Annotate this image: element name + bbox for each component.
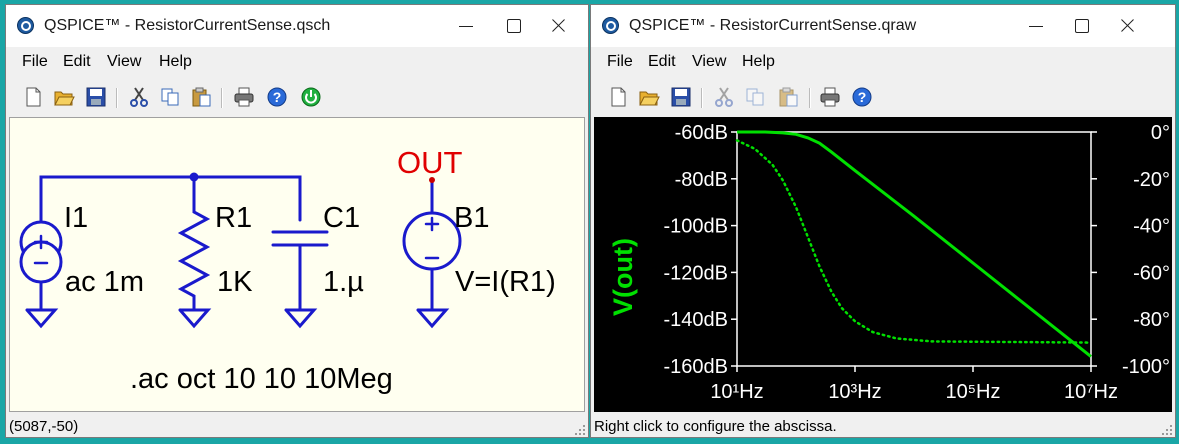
- plot-frame: [736, 131, 1092, 367]
- help-icon[interactable]: ?: [266, 86, 288, 108]
- x-tick-label: 10³Hz: [828, 381, 881, 403]
- title-bar[interactable]: QSPICE™ - ResistorCurrentSense.qsch: [6, 5, 588, 47]
- menu-bar: File Edit View Help: [591, 48, 1175, 74]
- status-bar: (5087,-50): [6, 414, 588, 437]
- svg-text:?: ?: [273, 89, 282, 105]
- resize-grip-icon[interactable]: [1162, 425, 1172, 435]
- menu-file[interactable]: File: [22, 53, 48, 71]
- y2-tick-label: -20°: [1133, 169, 1170, 191]
- c1-value: 1.µ: [323, 266, 364, 298]
- ground-symbol: [25, 308, 450, 329]
- b1-value: V=I(R1): [455, 266, 556, 298]
- qspice-app-icon: [602, 17, 619, 34]
- svg-text:?: ?: [858, 89, 867, 105]
- b1-name: B1: [454, 202, 489, 234]
- new-icon[interactable]: [22, 86, 44, 108]
- maximize-button[interactable]: [498, 13, 530, 39]
- resize-grip-icon[interactable]: [575, 425, 585, 435]
- menu-view[interactable]: View: [692, 53, 726, 71]
- menu-edit[interactable]: Edit: [63, 53, 91, 71]
- print-icon[interactable]: [233, 86, 255, 108]
- y-tick-label: -140dB: [664, 309, 729, 331]
- x-tick-label: 10⁷Hz: [1064, 381, 1118, 403]
- close-button[interactable]: [542, 13, 574, 39]
- status-message: Right click to configure the abscissa.: [594, 418, 837, 435]
- behavioral-source-symbol: [402, 178, 462, 312]
- open-icon[interactable]: [638, 86, 660, 108]
- maximize-button[interactable]: [1066, 13, 1098, 39]
- menu-help[interactable]: Help: [159, 53, 192, 71]
- y-tick-label: -60dB: [675, 122, 728, 144]
- save-icon[interactable]: [670, 86, 692, 108]
- r1-value: 1K: [217, 266, 253, 298]
- menu-bar: File Edit View Help: [6, 48, 588, 74]
- run-icon[interactable]: [300, 86, 322, 108]
- new-icon[interactable]: [607, 86, 629, 108]
- y-axis-label[interactable]: V(out): [608, 238, 638, 316]
- capacitor-symbol: [271, 230, 329, 312]
- title-bar[interactable]: QSPICE™ - ResistorCurrentSense.qraw: [591, 5, 1175, 47]
- paste-icon[interactable]: [190, 86, 212, 108]
- i1-value: ac 1m: [65, 266, 144, 298]
- copy-icon[interactable]: [159, 86, 181, 108]
- menu-edit[interactable]: Edit: [648, 53, 676, 71]
- y2-tick-label: 0°: [1151, 122, 1170, 144]
- y2-tick-label: -60°: [1133, 262, 1170, 284]
- i1-name: I1: [64, 202, 88, 234]
- schematic-window: QSPICE™ - ResistorCurrentSense.qsch File…: [5, 4, 589, 438]
- status-bar: Right click to configure the abscissa.: [591, 414, 1175, 437]
- bode-chart[interactable]: -60dB -80dB -100dB -120dB -140dB -160dB 0° -20°…: [594, 117, 1174, 412]
- y-tick-label: -100dB: [664, 216, 729, 238]
- window-title: QSPICE™ - ResistorCurrentSense.qraw: [629, 17, 917, 34]
- minimize-button[interactable]: [1021, 13, 1053, 39]
- paste-icon[interactable]: [777, 86, 799, 108]
- y-tick-label: -160dB: [664, 356, 729, 378]
- menu-help[interactable]: Help: [742, 53, 775, 71]
- resistor-symbol: [177, 200, 211, 312]
- ac-directive[interactable]: .ac oct 10 10 10Meg: [130, 363, 393, 395]
- menu-file[interactable]: File: [607, 53, 633, 71]
- y-tick-label: -120dB: [664, 262, 729, 284]
- close-button[interactable]: [1111, 13, 1143, 39]
- minimize-button[interactable]: [451, 13, 483, 39]
- copy-icon[interactable]: [744, 86, 766, 108]
- schematic-canvas[interactable]: OUT I1 ac 1m R1 1K C1 1.µ B1 V=I(R1) .ac…: [9, 117, 585, 412]
- current-source-symbol: [19, 220, 63, 312]
- cut-icon[interactable]: [713, 86, 735, 108]
- toolbar: ?: [591, 83, 1175, 113]
- net-label-out: OUT: [397, 145, 463, 180]
- toolbar: ?: [6, 83, 588, 113]
- y2-tick-label: -100°: [1122, 356, 1170, 378]
- y2-tick-label: -40°: [1133, 216, 1170, 238]
- print-icon[interactable]: [819, 86, 841, 108]
- cursor-coordinates: (5087,-50): [9, 418, 79, 435]
- x-tick-label: 10⁵Hz: [946, 381, 1001, 403]
- help-icon[interactable]: ?: [851, 86, 873, 108]
- qspice-app-icon: [17, 17, 34, 34]
- magnitude-trace: [737, 130, 1092, 358]
- r1-name: R1: [215, 202, 252, 234]
- waveform-window: QSPICE™ - ResistorCurrentSense.qraw File…: [590, 4, 1176, 438]
- phase-trace: [735, 139, 1093, 344]
- y2-tick-label: -80°: [1133, 309, 1170, 331]
- y-tick-label: -80dB: [675, 169, 728, 191]
- c1-name: C1: [323, 202, 360, 234]
- x-tick-label: 10¹Hz: [710, 381, 763, 403]
- menu-view[interactable]: View: [107, 53, 141, 71]
- open-icon[interactable]: [53, 86, 75, 108]
- window-title: QSPICE™ - ResistorCurrentSense.qsch: [44, 17, 331, 34]
- cut-icon[interactable]: [128, 86, 150, 108]
- junction-dot: [189, 172, 199, 182]
- waveform-plot[interactable]: -60dB -80dB -100dB -120dB -140dB -160dB 0° -20°…: [594, 117, 1172, 412]
- save-icon[interactable]: [85, 86, 107, 108]
